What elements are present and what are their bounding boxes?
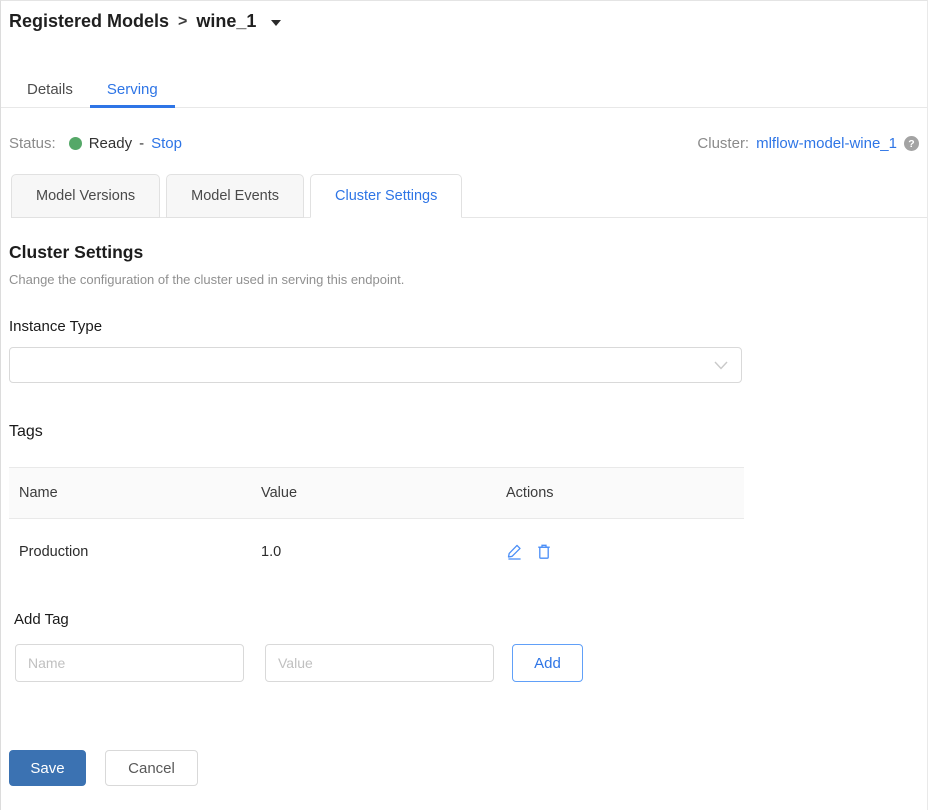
chevron-down-icon[interactable] [271, 20, 281, 26]
tag-name-input[interactable] [15, 644, 244, 682]
cluster-link[interactable]: mlflow-model-wine_1 [756, 135, 897, 152]
status-ready-dot-icon [69, 137, 82, 150]
breadcrumb: Registered Models > wine_1 [1, 1, 927, 32]
column-header-actions: Actions [496, 468, 744, 519]
table-row: Production 1.0 [9, 519, 744, 585]
stop-link[interactable]: Stop [151, 135, 182, 152]
row-actions [506, 543, 734, 560]
tab-cluster-settings[interactable]: Cluster Settings [310, 174, 462, 218]
breadcrumb-current: wine_1 [196, 11, 256, 32]
breadcrumb-root[interactable]: Registered Models [9, 11, 169, 32]
add-tag-title: Add Tag [14, 611, 919, 628]
page-title: Cluster Settings [9, 242, 919, 263]
tag-value-cell: 1.0 [251, 519, 496, 585]
status-row: Status: Ready - Stop Cluster: mlflow-mod… [9, 135, 919, 152]
tag-value-input[interactable] [265, 644, 494, 682]
tags-table: Name Value Actions Production 1.0 [9, 467, 744, 584]
add-tag-form: Add [15, 644, 927, 682]
status-value: Ready [89, 135, 132, 152]
column-header-name: Name [9, 468, 251, 519]
add-tag-button[interactable]: Add [512, 644, 583, 682]
cancel-button[interactable]: Cancel [105, 750, 198, 786]
sub-tab-bar: Model Versions Model Events Cluster Sett… [11, 174, 927, 218]
instance-type-label: Instance Type [9, 318, 919, 335]
status-label: Status: [9, 135, 56, 152]
tab-serving[interactable]: Serving [90, 73, 175, 108]
column-header-value: Value [251, 468, 496, 519]
edit-tag-icon[interactable] [506, 543, 523, 560]
tab-model-versions[interactable]: Model Versions [11, 174, 160, 218]
instance-type-select[interactable] [9, 347, 742, 383]
save-button[interactable]: Save [9, 750, 86, 786]
tag-name-cell: Production [9, 519, 251, 585]
cluster-label: Cluster: [697, 135, 749, 152]
tags-section-title: Tags [9, 423, 919, 441]
delete-tag-icon[interactable] [536, 543, 552, 560]
table-header-row: Name Value Actions [9, 468, 744, 519]
chevron-down-icon [714, 361, 728, 370]
breadcrumb-separator-icon: > [178, 13, 187, 31]
tab-details[interactable]: Details [10, 73, 90, 108]
help-question-icon[interactable]: ? [904, 136, 919, 151]
section-description: Change the configuration of the cluster … [9, 272, 919, 287]
tab-model-events[interactable]: Model Events [166, 174, 304, 218]
form-footer: Save Cancel [9, 750, 927, 786]
status-separator: - [139, 135, 144, 152]
top-tab-bar: Details Serving [1, 73, 927, 108]
